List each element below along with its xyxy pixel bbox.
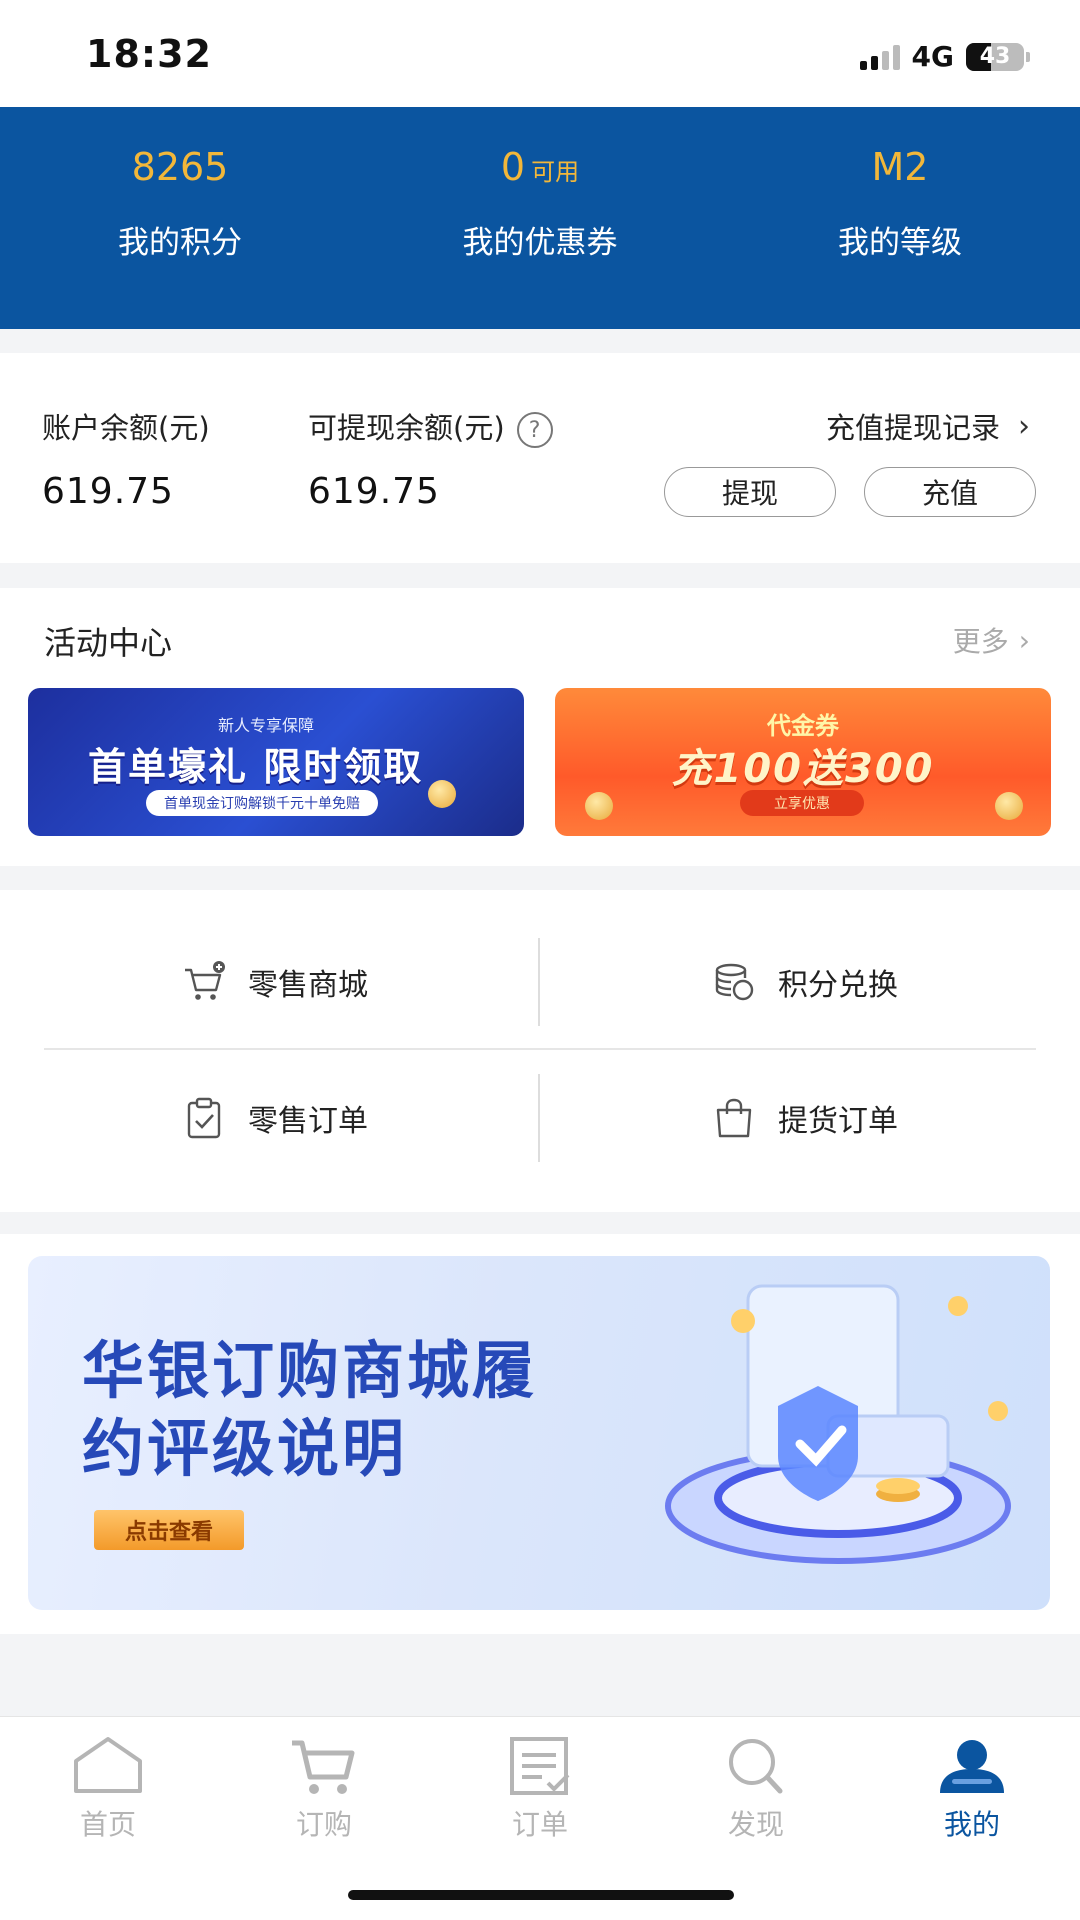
records-link-label: 充值提现记录 — [825, 411, 1000, 445]
activity-center-title: 活动中心 — [44, 624, 173, 662]
withdrawable-balance-label: 可提现余额(元)? — [308, 405, 553, 448]
stats-header: 8265 我的积分 0 可用 我的优惠券 M2 我的等级 — [0, 107, 1080, 329]
divider — [538, 938, 540, 1026]
shield-platform-illustration — [665, 1284, 1011, 1564]
stat-level-label: 我的等级 — [838, 225, 962, 261]
chevron-right-icon: › — [1018, 623, 1030, 657]
banner1-note: 首单现金订购解锁千元十单免赔 — [146, 790, 378, 816]
status-time: 18:32 — [86, 32, 212, 76]
view-details-button[interactable]: 点击查看 — [94, 1510, 244, 1550]
cart-plus-icon — [185, 961, 225, 1000]
withdrawable-balance-value: 619.75 — [308, 471, 440, 512]
promo-title-line2: 约评级说明 — [82, 1412, 408, 1485]
recharge-withdraw-records-link[interactable]: 充值提现记录 › — [826, 405, 1030, 447]
search-icon — [729, 1739, 783, 1794]
tab-home-label: 首页 — [79, 1808, 136, 1841]
chevron-right-icon: › — [1018, 408, 1030, 444]
rating-info-banner[interactable]: 华银订购商城履 约评级说明 点击查看 — [28, 1256, 1050, 1610]
menu-retail-mall[interactable]: 零售商城 — [60, 936, 490, 1028]
shopping-bag-icon — [716, 1098, 752, 1138]
coin-icon — [428, 780, 456, 808]
tab-profile[interactable]: 我的 — [902, 1735, 1042, 1843]
points-exchange-label: 积分兑换 — [778, 968, 898, 1003]
stat-points-value: 8265 — [131, 145, 229, 189]
stat-coupons-label: 我的优惠券 — [462, 225, 618, 261]
coin-icon — [585, 792, 613, 820]
divider — [44, 1048, 1036, 1050]
stat-level[interactable]: M2 我的等级 — [720, 107, 1080, 329]
banner1-subtitle: 新人专享保障 — [218, 716, 315, 735]
stat-coupons[interactable]: 0 可用 我的优惠券 — [360, 107, 720, 329]
balance-card: 账户余额(元) 619.75 可提现余额(元)? 619.75 充值提现记录 ›… — [0, 353, 1080, 563]
banner-first-order-gift[interactable]: 新人专享保障 首单壕礼 限时领取 首单现金订购解锁千元十单免赔 — [28, 688, 524, 836]
withdraw-button[interactable]: 提现 — [664, 467, 836, 517]
retail-orders-label: 零售订单 — [248, 1104, 368, 1139]
stat-level-value: M2 — [871, 145, 929, 189]
more-label: 更多 — [952, 625, 1009, 658]
banner2-cta: 立享优惠 — [740, 790, 864, 816]
menu-retail-orders[interactable]: 零售订单 — [60, 1072, 490, 1164]
clipboard-check-icon — [187, 1097, 221, 1139]
tab-orders-label: 订单 — [511, 1808, 568, 1841]
banner-voucher[interactable]: 代金券 充100送300 立享优惠 — [555, 688, 1051, 836]
account-balance-value: 619.75 — [42, 471, 174, 512]
activity-center: 活动中心 更多 › 新人专享保障 首单壕礼 限时领取 首单现金订购解锁千元十单免… — [0, 588, 1080, 866]
home-indicator[interactable] — [348, 1890, 734, 1900]
activity-more-link[interactable]: 更多 › — [953, 620, 1030, 660]
stat-points-label: 我的积分 — [118, 225, 242, 261]
retail-mall-label: 零售商城 — [248, 968, 368, 1003]
coin-icon — [995, 792, 1023, 820]
tab-discover[interactable]: 发现 — [686, 1735, 826, 1843]
menu-points-exchange[interactable]: 积分兑换 — [590, 936, 1020, 1028]
account-balance-label: 账户余额(元) — [42, 411, 210, 445]
battery-tip — [1026, 51, 1030, 62]
help-icon[interactable]: ? — [516, 412, 553, 448]
divider — [538, 1074, 540, 1162]
battery-icon: 43 — [966, 42, 1024, 71]
tab-order-purchase[interactable]: 订购 — [254, 1735, 394, 1843]
tab-order-purchase-label: 订购 — [295, 1808, 352, 1841]
status-bar: 18:32 4G 43 — [0, 0, 1080, 107]
pickup-orders-label: 提货订单 — [778, 1104, 898, 1139]
tab-discover-label: 发现 — [727, 1808, 784, 1841]
banner1-title: 首单壕礼 限时领取 — [88, 745, 424, 789]
signal-icon — [859, 44, 900, 70]
promo-title: 华银订购商城履 约评级说明 — [82, 1332, 537, 1488]
stat-points[interactable]: 8265 我的积分 — [0, 107, 360, 329]
cart-icon — [292, 1740, 355, 1794]
promo-title-line1: 华银订购商城履 — [82, 1334, 538, 1407]
battery-level: 43 — [979, 44, 1011, 69]
status-indicators: 4G 43 — [859, 40, 1030, 73]
user-icon — [940, 1740, 1004, 1793]
stat-coupons-value: 0 可用 — [500, 145, 580, 189]
banner2-title: 充100送300 — [671, 746, 935, 792]
promo-section: 华银订购商城履 约评级说明 点击查看 — [0, 1234, 1080, 1634]
tab-home[interactable]: 首页 — [38, 1735, 178, 1843]
menu-pickup-orders[interactable]: 提货订单 — [590, 1072, 1020, 1164]
menu-grid: 零售商城 积分兑换 零售订单 提货订单 — [0, 890, 1080, 1212]
home-icon — [74, 1737, 142, 1793]
tab-profile-label: 我的 — [943, 1808, 1000, 1841]
network-type: 4G — [911, 40, 954, 73]
order-list-icon — [510, 1737, 570, 1795]
recharge-button[interactable]: 充值 — [864, 467, 1036, 517]
coin-stack-icon — [715, 963, 754, 1001]
tab-orders[interactable]: 订单 — [470, 1735, 610, 1843]
